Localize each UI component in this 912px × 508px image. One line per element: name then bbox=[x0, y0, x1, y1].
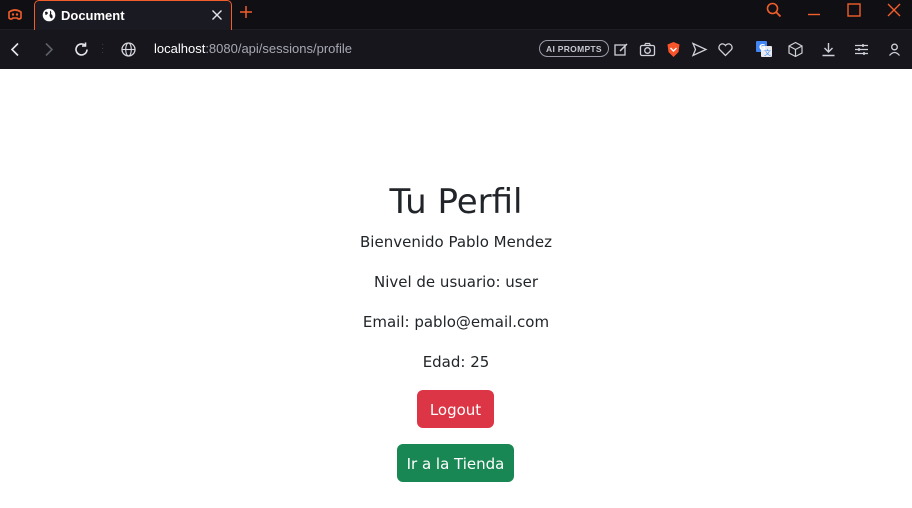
welcome-text: Bienvenido Pablo Mendez bbox=[360, 233, 552, 251]
cube-icon[interactable] bbox=[787, 41, 804, 58]
download-icon[interactable] bbox=[820, 41, 837, 58]
url-host: localhost bbox=[154, 41, 206, 56]
brave-shield-icon[interactable] bbox=[665, 41, 682, 58]
profile-page: Tu Perfil Bienvenido Pablo Mendez Nivel … bbox=[0, 69, 912, 508]
browser-nav-bar: · · · localhost:8080/api/sessions/profile … bbox=[0, 30, 912, 69]
minimize-icon[interactable] bbox=[806, 2, 822, 18]
camera-icon[interactable] bbox=[639, 41, 656, 58]
url-path: :8080/api/sessions/profile bbox=[205, 41, 353, 56]
site-info-icon[interactable] bbox=[120, 41, 137, 58]
tab-title: Document bbox=[61, 8, 125, 23]
close-icon[interactable] bbox=[886, 2, 902, 18]
edit-icon[interactable] bbox=[613, 41, 630, 58]
svg-text:文: 文 bbox=[764, 48, 771, 57]
search-icon[interactable] bbox=[766, 2, 782, 18]
address-bar[interactable]: localhost:8080/api/sessions/profile bbox=[154, 41, 352, 56]
close-icon[interactable] bbox=[211, 9, 223, 21]
send-icon[interactable] bbox=[691, 41, 708, 58]
browser-tab-bar: Document bbox=[0, 0, 912, 30]
profile-icon[interactable] bbox=[886, 41, 903, 58]
back-icon[interactable] bbox=[7, 41, 24, 58]
logout-button[interactable]: Logout bbox=[417, 390, 494, 428]
settings-icon[interactable] bbox=[853, 41, 870, 58]
translate-icon[interactable]: G 文 bbox=[755, 40, 773, 58]
tab-document[interactable]: Document bbox=[34, 0, 232, 30]
ai-prompts-button[interactable]: AI PROMPTS bbox=[539, 40, 609, 57]
user-level-text: Nivel de usuario: user bbox=[373, 273, 539, 291]
email-text: Email: pablo@email.com bbox=[362, 313, 550, 331]
plus-icon[interactable] bbox=[239, 5, 253, 19]
forward-icon[interactable] bbox=[40, 41, 57, 58]
globe-icon bbox=[42, 8, 56, 22]
maximize-icon[interactable] bbox=[846, 2, 862, 18]
go-to-store-button[interactable]: Ir a la Tienda bbox=[397, 444, 514, 482]
age-text: Edad: 25 bbox=[422, 353, 490, 371]
opera-gx-icon[interactable] bbox=[6, 6, 24, 24]
separator-dots: · · · bbox=[101, 39, 105, 58]
reload-icon[interactable] bbox=[73, 41, 90, 58]
heart-icon[interactable] bbox=[717, 41, 734, 58]
page-title: Tu Perfil bbox=[389, 182, 523, 222]
